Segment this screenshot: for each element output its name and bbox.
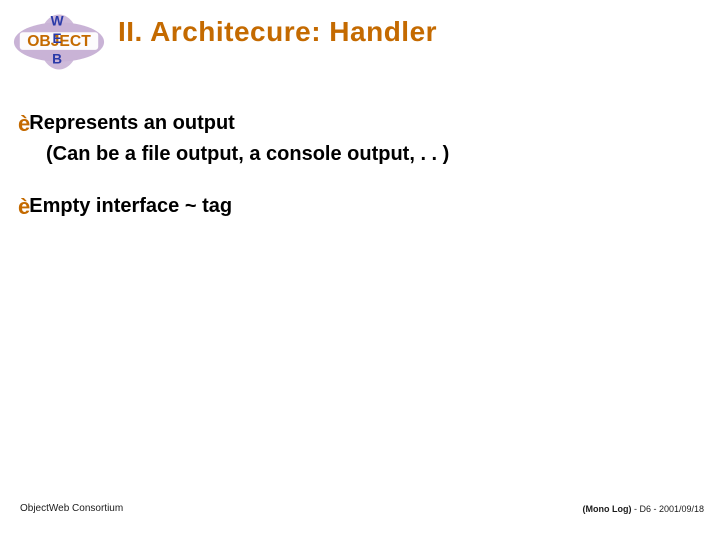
bullet-item: èEmpty interface ~ tag <box>18 193 702 222</box>
slide-title: II. Architecure: Handler <box>118 16 437 48</box>
footer-monolog: (Mono Log) <box>582 504 631 514</box>
footer-meta: - D6 - 2001/09/18 <box>631 504 704 514</box>
footer-right: (Mono Log) - D6 - 2001/09/18 <box>582 504 704 514</box>
footer-left: ObjectWeb Consortium <box>20 503 123 514</box>
svg-text:B: B <box>52 52 62 67</box>
bullet-text: Represents an output <box>29 112 235 134</box>
svg-text:W: W <box>51 13 64 28</box>
objectweb-logo-icon: OBJECT W E B <box>10 12 108 72</box>
bullet-item: èRepresents an output (Can be a file out… <box>18 110 702 167</box>
bullet-text: Empty interface ~ tag <box>29 195 232 217</box>
svg-text:E: E <box>52 31 61 46</box>
slide-content: èRepresents an output (Can be a file out… <box>18 110 702 247</box>
bullet-subtext: (Can be a file output, a console output,… <box>46 141 702 167</box>
